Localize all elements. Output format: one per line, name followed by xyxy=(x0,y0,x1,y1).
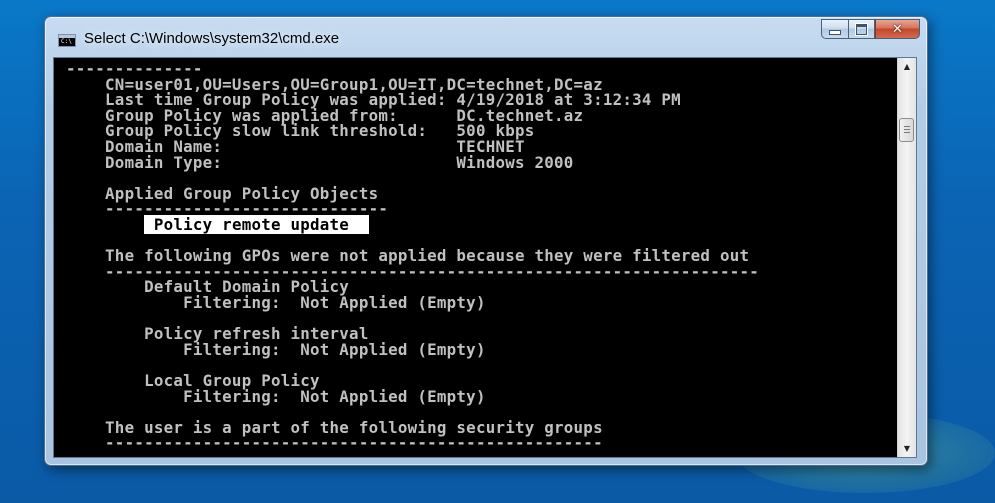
scroll-down-arrow-icon: ▼ xyxy=(903,444,911,453)
minimize-icon xyxy=(829,29,841,35)
console-line: Policy remote update xyxy=(66,215,369,234)
vertical-scrollbar[interactable]: ▲ ▼ xyxy=(897,58,916,457)
console-line: ----------------------------------------… xyxy=(66,435,603,451)
minimize-button[interactable] xyxy=(821,19,848,39)
scroll-thumb-grip-icon xyxy=(904,132,910,133)
console-line: Filtering: Not Applied (Empty) xyxy=(66,339,486,359)
console-selection[interactable]: Policy remote update xyxy=(144,215,369,234)
window-title: Select C:\Windows\system32\cmd.exe xyxy=(84,30,340,47)
scroll-up-arrow-icon: ▲ xyxy=(903,62,911,71)
maximize-icon xyxy=(856,23,867,35)
cmd-app-icon-label: C:\ xyxy=(61,38,72,45)
console-output[interactable]: -------------- CN=user01,OU=Users,OU=Gro… xyxy=(54,58,897,457)
cmd-window[interactable]: C:\ Select C:\Windows\system32\cmd.exe ✕… xyxy=(44,16,928,466)
console-line: Filtering: Not Applied (Empty) xyxy=(66,386,486,406)
cmd-app-icon[interactable]: C:\ xyxy=(58,34,76,47)
console-line-text: Domain Type: Windows 2000 xyxy=(66,152,574,172)
window-controls: ✕ xyxy=(821,19,920,40)
scroll-thumb-grip-icon xyxy=(904,126,910,127)
console-line-text: Filtering: Not Applied (Empty) xyxy=(66,293,486,312)
console-line-text xyxy=(66,215,144,234)
maximize-button[interactable] xyxy=(848,19,875,39)
scroll-thumb-grip-icon xyxy=(904,129,910,130)
scroll-up-button[interactable]: ▲ xyxy=(898,58,916,75)
close-button[interactable]: ✕ xyxy=(875,19,920,39)
close-icon: ✕ xyxy=(892,21,903,37)
scroll-down-button[interactable]: ▼ xyxy=(898,440,916,457)
scroll-thumb[interactable] xyxy=(899,118,914,142)
title-bar[interactable]: C:\ Select C:\Windows\system32\cmd.exe ✕ xyxy=(45,17,927,57)
console-line-text: Filtering: Not Applied (Empty) xyxy=(66,386,486,406)
console-line-text: Filtering: Not Applied (Empty) xyxy=(66,339,486,359)
console-line-text: ----------------------------------------… xyxy=(66,433,603,453)
console-line: Domain Type: Windows 2000 xyxy=(66,152,574,172)
console-line: Filtering: Not Applied (Empty) xyxy=(66,295,486,311)
console-client-area[interactable]: -------------- CN=user01,OU=Users,OU=Gro… xyxy=(53,57,917,458)
